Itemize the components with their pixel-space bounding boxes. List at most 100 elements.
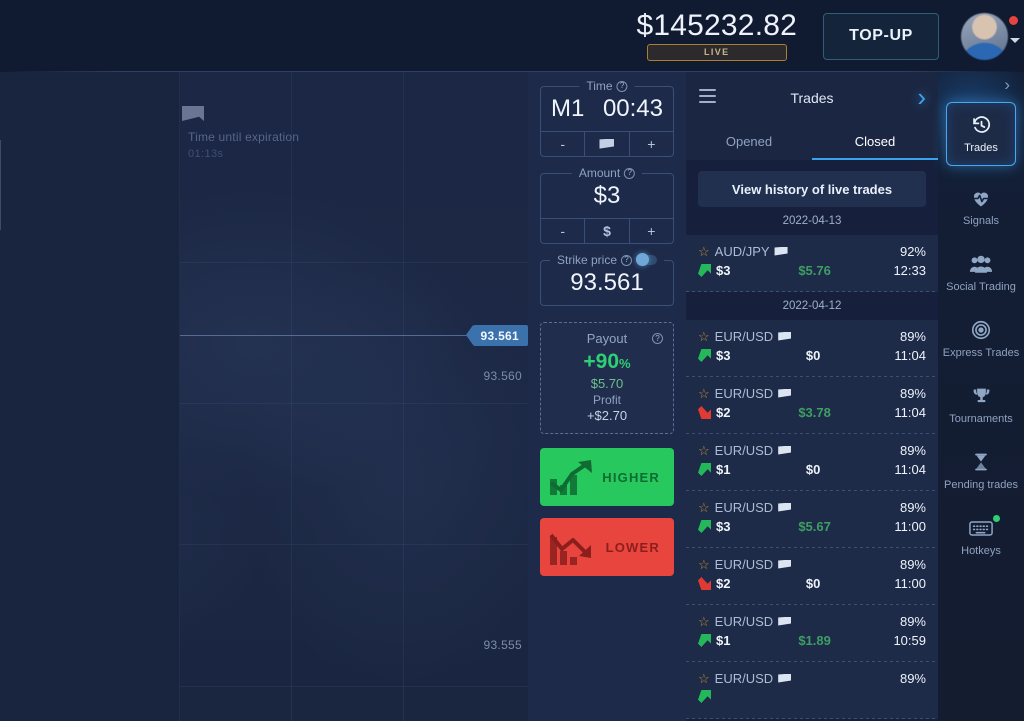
trade-payout-percent: 89%: [899, 500, 926, 515]
trades-panel: Trades › Opened Closed View history of l…: [686, 72, 938, 721]
favorite-star-icon[interactable]: ☆: [698, 501, 710, 514]
trade-profit: $0: [805, 348, 821, 363]
expiration-flag-icon: [182, 106, 204, 121]
chevron-down-icon[interactable]: [1010, 37, 1020, 43]
payout-percent: +90%: [547, 350, 667, 373]
avatar[interactable]: [961, 12, 1008, 60]
favorite-star-icon[interactable]: ☆: [698, 672, 710, 685]
flag-icon: [599, 138, 615, 149]
trade-pair: EUR/USD: [714, 500, 774, 515]
favorite-star-icon[interactable]: ☆: [698, 558, 710, 571]
sidebar-item-label: Social Trading: [946, 281, 1016, 293]
sidebar-item-trades[interactable]: Trades: [946, 102, 1016, 166]
time-expiration-mode-button[interactable]: [584, 132, 628, 156]
arrow-down-icon: [698, 577, 711, 590]
pulse-heart-icon: [968, 186, 994, 210]
flag-icon: [778, 616, 792, 626]
trade-row[interactable]: ☆ EUR/USD 89% $2 $0 11:00: [686, 548, 938, 605]
trophy-icon: [968, 384, 994, 408]
strike-price-toggle[interactable]: [636, 253, 658, 266]
trade-row[interactable]: ☆ EUR/USD 89% $1 $0 11:04: [686, 434, 938, 491]
time-legend: Time ?: [579, 79, 635, 93]
favorite-star-icon[interactable]: ☆: [698, 444, 710, 457]
sidebar-item-label: Signals: [962, 215, 1000, 227]
trade-row[interactable]: ☆ EUR/USD 89%: [686, 662, 938, 719]
top-up-button[interactable]: TOP-UP: [823, 12, 939, 60]
view-history-button[interactable]: View history of live trades: [698, 171, 926, 207]
status-dot-icon: [993, 515, 1000, 522]
amount-increase-button[interactable]: +: [628, 219, 673, 243]
flag-icon: [778, 502, 792, 512]
arrow-up-icon: [698, 520, 711, 533]
time-increase-button[interactable]: +: [628, 132, 673, 156]
sidebar-item-social-trading[interactable]: Social Trading: [938, 242, 1024, 304]
price-axis-label: 93.555: [483, 638, 522, 652]
amount-field[interactable]: Amount ? $3 - $ +: [540, 166, 674, 244]
trade-time: 11:04: [894, 405, 926, 420]
collapse-panel-chevron-icon[interactable]: ›: [917, 84, 926, 110]
account-type-badge[interactable]: LIVE: [646, 43, 787, 61]
balance-block[interactable]: $145232.82 LIVE: [637, 9, 798, 63]
help-icon[interactable]: ?: [616, 80, 628, 92]
trade-row[interactable]: ☆ AUD/JPY 92% $3 $5.76 12:33: [686, 235, 938, 292]
trades-date-separator: 2022-04-13: [782, 215, 842, 227]
trading-platform-window: $145232.82 LIVE TOP-UP › Time until expi…: [0, 0, 1024, 721]
amount-decrease-button[interactable]: -: [541, 219, 584, 243]
amount-value: $3: [593, 182, 621, 209]
strike-price-field[interactable]: Strike price ? 93.561: [540, 253, 674, 306]
profit-value: +$2.70: [586, 408, 628, 424]
sidebar-item-pending-trades[interactable]: Pending trades: [938, 440, 1024, 502]
trade-pair: EUR/USD: [714, 614, 774, 629]
trade-row[interactable]: ☆ EUR/USD 89% $2 $3.78 11:04: [686, 377, 938, 434]
help-icon[interactable]: ?: [624, 167, 636, 179]
trade-profit: $5.67: [798, 519, 831, 534]
higher-button[interactable]: HIGHER: [540, 448, 674, 507]
lower-button[interactable]: LOWER: [540, 518, 674, 577]
strike-price-legend-label: Strike price: [556, 253, 618, 267]
trade-payout-percent: 89%: [899, 386, 926, 401]
chart-gridline-horizontal: [180, 686, 528, 687]
trade-amount: $1: [716, 633, 731, 648]
top-bar: $145232.82 LIVE TOP-UP: [0, 0, 1024, 72]
trade-payout-percent: 89%: [899, 557, 926, 572]
trades-header: Trades ›: [686, 72, 938, 123]
time-field[interactable]: Time ? M1 00:43 - +: [540, 79, 674, 157]
time-decrease-button[interactable]: -: [541, 132, 584, 156]
strike-price-legend: Strike price ?: [549, 253, 665, 267]
sidebar-item-hotkeys[interactable]: Hotkeys: [938, 506, 1024, 568]
favorite-star-icon[interactable]: ☆: [698, 330, 710, 343]
profile-block[interactable]: [961, 12, 1020, 60]
trade-row[interactable]: ☆ EUR/USD 89% $1 $1.89 10:59: [686, 605, 938, 662]
price-axis-label: 93.560: [483, 369, 522, 383]
flag-icon: [778, 559, 792, 569]
price-chart[interactable]: Time until expiration 01:13s 93.561 93.5…: [0, 72, 528, 721]
order-entry-panel: Time ? M1 00:43 - + Amount ? $3 - $ + St…: [528, 72, 686, 721]
sidebar-item-tournaments[interactable]: Tournaments: [938, 374, 1024, 436]
time-mode-value: M1: [551, 95, 585, 122]
favorite-star-icon[interactable]: ☆: [698, 387, 710, 400]
sidebar-item-label: Express Trades: [942, 347, 1020, 359]
trade-profit: $5.76: [798, 263, 831, 278]
payout-title: Payout: [586, 331, 628, 346]
sidebar-item-label: Pending trades: [944, 479, 1018, 491]
trade-amount: $2: [716, 576, 731, 591]
panel-expand-chevron-icon[interactable]: ›: [1004, 76, 1010, 93]
time-countdown-value: 00:43: [602, 95, 663, 122]
trades-tabs: Opened Closed: [686, 123, 938, 160]
menu-icon[interactable]: [699, 89, 716, 107]
sidebar-item-signals[interactable]: Signals: [938, 176, 1024, 238]
strike-price-value: 93.561: [570, 269, 644, 296]
favorite-star-icon[interactable]: ☆: [698, 615, 710, 628]
amount-currency-button[interactable]: $: [584, 219, 628, 243]
trade-row[interactable]: ☆ EUR/USD 89% $3 $0 11:04: [686, 320, 938, 377]
trade-row[interactable]: ☆ EUR/USD 89% $3 $5.67 11:00: [686, 491, 938, 548]
sidebar-item-express-trades[interactable]: Express Trades: [938, 308, 1024, 370]
help-icon[interactable]: ?: [652, 333, 663, 344]
favorite-star-icon[interactable]: ☆: [698, 245, 710, 258]
help-icon[interactable]: ?: [621, 254, 633, 266]
hourglass-icon: [968, 450, 994, 474]
tab-closed[interactable]: Closed: [812, 123, 938, 160]
trades-list[interactable]: 2022-04-13 ☆ AUD/JPY 92% $3 $5.76 12:33 2022-04…: [686, 207, 938, 719]
chart-gridline-horizontal: [180, 403, 528, 404]
tab-opened[interactable]: Opened: [686, 123, 812, 160]
